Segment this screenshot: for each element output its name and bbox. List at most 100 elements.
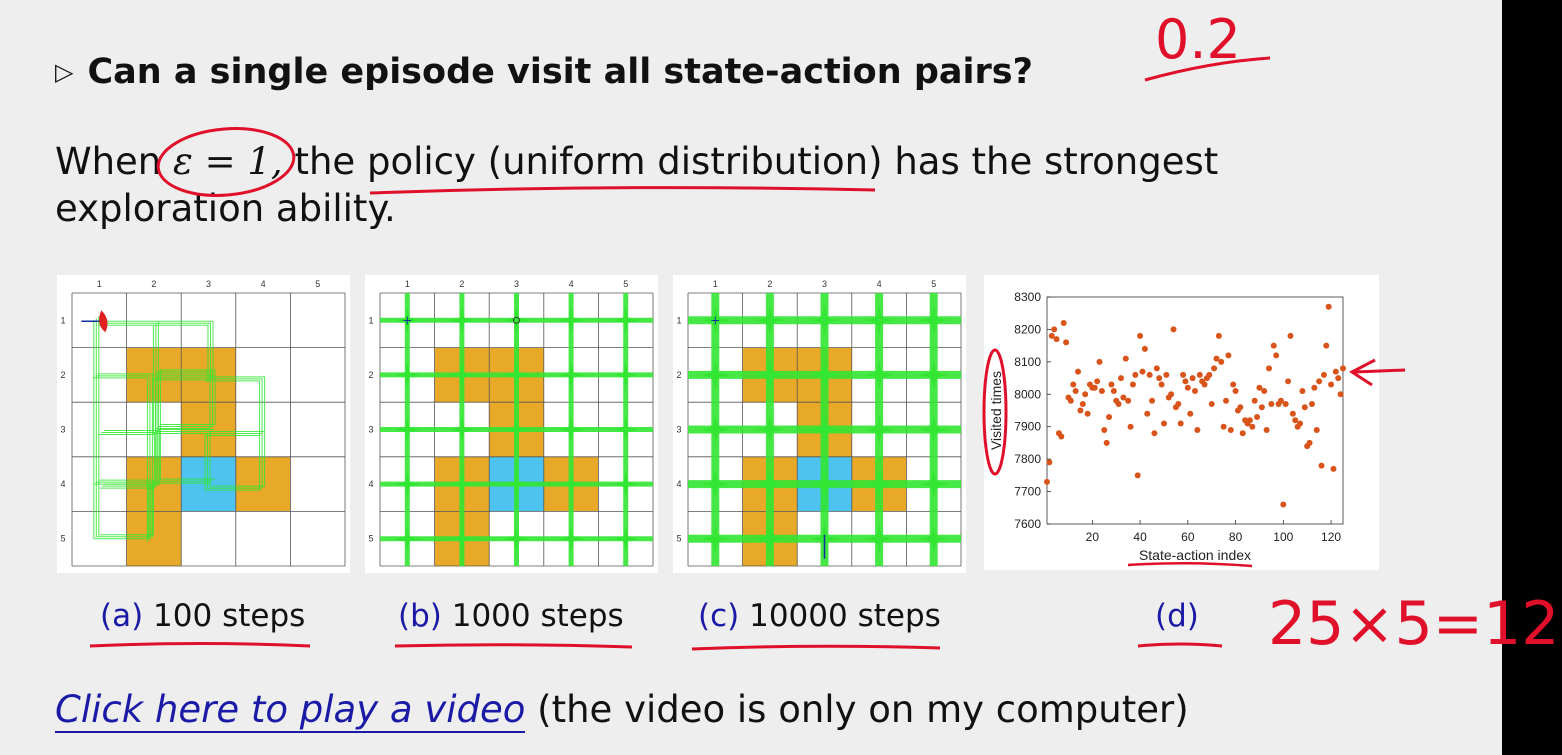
x-tick-label: 120: [1321, 530, 1341, 544]
play-video-link[interactable]: Click here to play a video: [55, 688, 526, 733]
data-point: [1270, 342, 1277, 349]
grid-row-label: 3: [368, 425, 373, 435]
caption-a-text: 100 steps: [153, 598, 306, 634]
data-point: [1282, 401, 1289, 408]
grid-row-label: 2: [60, 370, 65, 380]
data-point: [1053, 336, 1060, 343]
explanation-paragraph: When ε = 1, the policy (uniform distribu…: [55, 138, 1305, 232]
data-point: [1137, 332, 1144, 339]
y-tick-label: 7700: [1014, 485, 1041, 499]
data-point: [1297, 420, 1304, 427]
data-point: [1170, 326, 1177, 333]
data-point: [1168, 391, 1175, 398]
data-point: [1175, 401, 1182, 408]
data-point: [1077, 407, 1084, 414]
data-point: [1337, 391, 1344, 398]
data-point: [1153, 365, 1160, 372]
data-point: [1211, 365, 1218, 372]
data-point: [1101, 426, 1108, 433]
data-point: [1096, 358, 1103, 365]
data-point: [1261, 388, 1268, 395]
footer-note: (the video is only on my computer): [525, 688, 1189, 731]
data-point: [1239, 430, 1246, 437]
para-prefix: When: [55, 140, 174, 183]
data-point: [1098, 388, 1105, 395]
data-point: [1044, 478, 1050, 485]
gridworld-panel-c: 1 2 3 4 5 1 2 3 4 5 +: [673, 275, 966, 573]
data-point: [1141, 345, 1148, 352]
data-point: [1094, 378, 1101, 385]
data-point: [1063, 339, 1070, 346]
grid-row-label: 4: [676, 479, 681, 489]
data-point: [1070, 381, 1077, 388]
data-point: [1325, 303, 1332, 310]
data-point: [1118, 375, 1124, 382]
data-point: [1091, 384, 1098, 391]
data-point: [1316, 378, 1323, 385]
data-point: [1215, 332, 1222, 339]
data-point: [1084, 410, 1091, 417]
grid-col-label: 2: [459, 279, 464, 289]
caption-d: (d): [1155, 598, 1199, 634]
grid-col-label: 5: [931, 279, 936, 289]
caption-c-label: (c): [698, 598, 740, 634]
data-point: [1335, 375, 1342, 382]
data-point: [1079, 401, 1086, 408]
grid-row-label: 5: [676, 534, 681, 544]
grid-row-label: 3: [60, 425, 65, 435]
data-point: [1230, 381, 1237, 388]
data-point: [1206, 371, 1213, 378]
data-point: [1318, 462, 1325, 469]
data-point: [1313, 426, 1320, 433]
start-cross-icon: +: [402, 313, 412, 327]
data-point: [1177, 420, 1184, 427]
scatter-panel-d: 7600 7700 7800 7900 8000 8100 8200 8300 20 40 60 80…: [984, 275, 1379, 570]
data-point: [1072, 388, 1079, 395]
grid-col-label: 5: [623, 279, 628, 289]
grid-row-label: 5: [60, 534, 65, 544]
data-point: [1163, 371, 1170, 378]
data-point: [1306, 439, 1313, 446]
data-point: [1180, 371, 1187, 378]
start-cross-icon: +: [710, 313, 720, 327]
gridworld-a: 1 2 3 4 5 1 2 3 4 5: [60, 279, 346, 567]
data-point: [1208, 401, 1215, 408]
y-tick-label: 7900: [1014, 420, 1041, 434]
data-point: [1051, 326, 1058, 333]
data-point: [1115, 401, 1122, 408]
data-point: [1058, 433, 1065, 440]
epsilon-equation: ε = 1,: [173, 140, 283, 183]
gridworld-panel-b: 1 2 3 4 5 1 2 3 4 5 +: [365, 275, 658, 573]
data-point: [1273, 352, 1280, 359]
grid-col-label: 4: [877, 279, 882, 289]
caption-a: (a) 100 steps: [100, 598, 305, 634]
data-point: [1106, 413, 1113, 420]
data-point: [1194, 426, 1201, 433]
caption-c: (c) 10000 steps: [698, 598, 941, 634]
footer-line: Click here to play a video (the video is…: [55, 688, 1189, 733]
data-point: [1132, 371, 1139, 378]
grid-row-label: 5: [368, 534, 373, 544]
data-point: [1254, 413, 1261, 420]
data-point: [1289, 410, 1296, 417]
y-tick-label: 8300: [1014, 290, 1041, 304]
data-point: [1287, 332, 1294, 339]
x-axis-label: State-action index: [1139, 547, 1251, 563]
caption-b-label: (b): [398, 598, 442, 634]
data-point: [1201, 381, 1208, 388]
data-point: [1258, 404, 1265, 411]
data-point: [1146, 371, 1153, 378]
x-tick-label: 80: [1229, 530, 1243, 544]
data-point: [1075, 368, 1082, 375]
grid-col-label: 1: [97, 279, 102, 289]
grid-row-label: 2: [368, 370, 373, 380]
data-point: [1323, 342, 1330, 349]
data-point: [1125, 397, 1132, 404]
grid-col-label: 4: [261, 279, 266, 289]
data-point: [1103, 439, 1110, 446]
grid-row-label: 4: [368, 479, 373, 489]
grid-col-label: 2: [151, 279, 156, 289]
grid-col-label: 1: [713, 279, 718, 289]
data-point: [1223, 397, 1230, 404]
y-axis-label: Visited times: [988, 371, 1004, 450]
